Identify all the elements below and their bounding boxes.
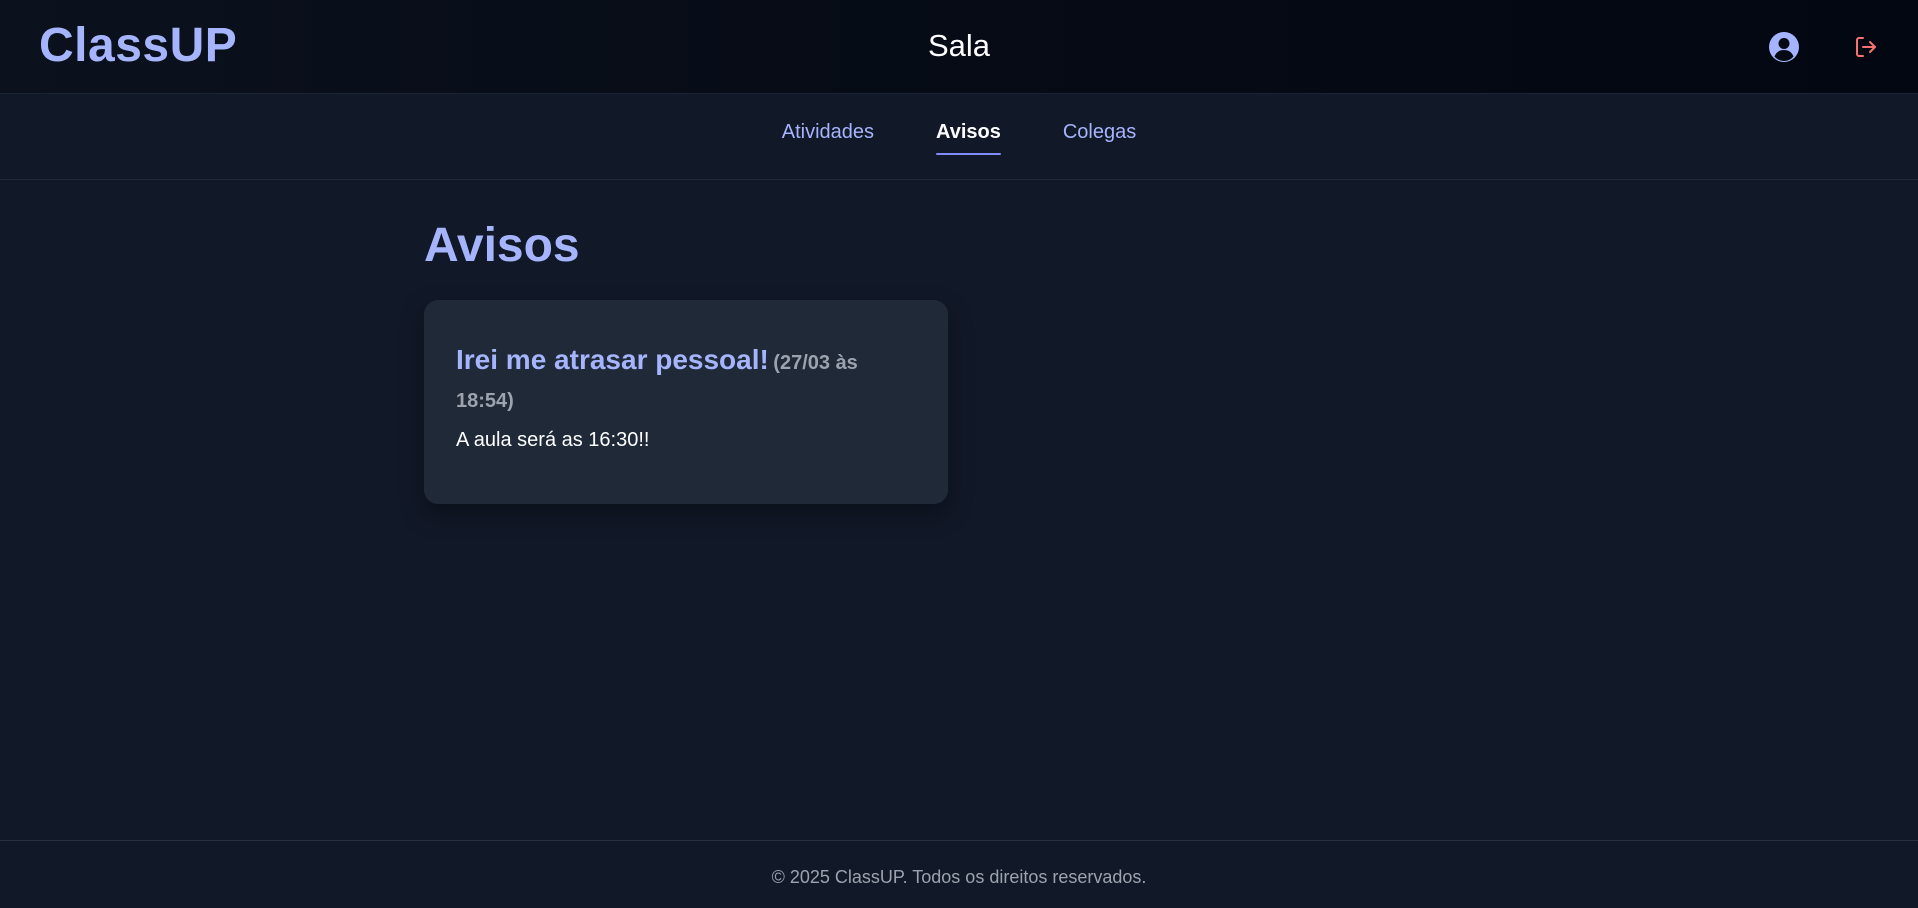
notice-title: Irei me atrasar pessoal! (456, 344, 769, 375)
page-title: Sala (927, 28, 991, 63)
notice-body: A aula será as 16:30!! (456, 429, 650, 451)
section-title: Avisos (424, 219, 580, 272)
notice-heading: Irei me atrasar pessoal! (27/03 às 18:54… (456, 342, 916, 421)
tab-colegas[interactable]: Colegas (1063, 121, 1136, 150)
tabs-nav: Atividades Avisos Colegas (0, 94, 1918, 180)
profile-button[interactable] (1765, 28, 1803, 66)
logout-button[interactable] (1847, 28, 1885, 66)
header-actions (1765, 28, 1885, 66)
page: ClassUP Sala Atividades Avisos Colegas A… (0, 0, 1918, 908)
tab-avisos[interactable]: Avisos (936, 121, 1001, 155)
tab-atividades[interactable]: Atividades (782, 121, 874, 150)
main-content: Avisos Irei me atrasar pessoal! (27/03 à… (0, 180, 1918, 840)
footer-copyright: © 2025 ClassUP. Todos os direitos reserv… (771, 867, 1147, 887)
top-header: ClassUP Sala (0, 0, 1918, 94)
notice-card: Irei me atrasar pessoal! (27/03 às 18:54… (424, 300, 948, 504)
user-circle-icon (1769, 32, 1799, 62)
footer: © 2025 ClassUP. Todos os direitos reserv… (0, 840, 1918, 908)
logout-icon (1856, 37, 1876, 57)
